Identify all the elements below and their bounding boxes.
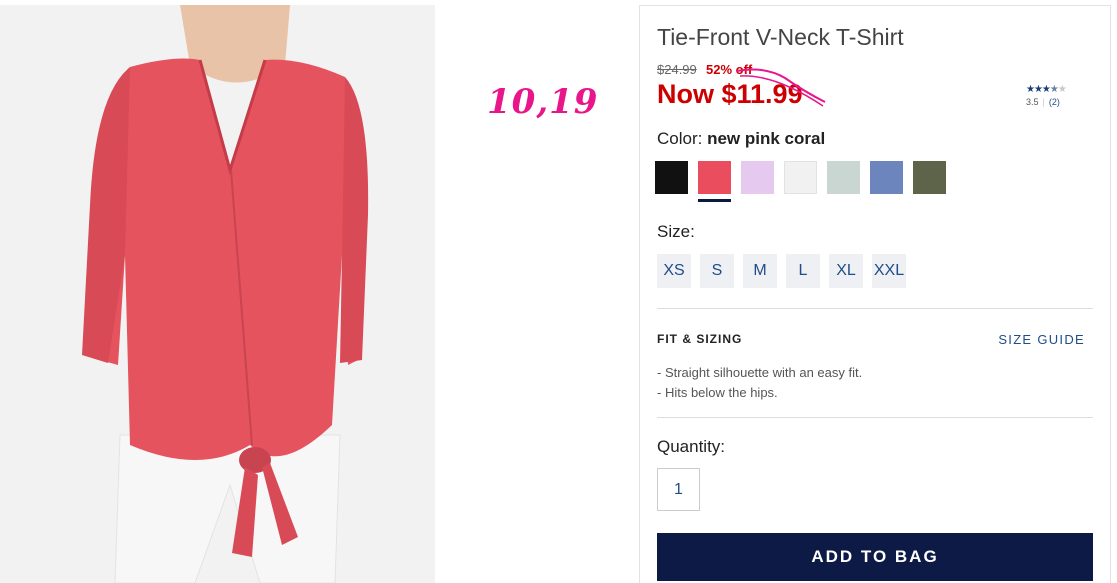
size-options: XS S M L XL XXL <box>657 254 906 288</box>
color-label: Color: new pink coral <box>657 129 826 148</box>
handwritten-price-note: 10,19 <box>487 82 599 122</box>
divider <box>657 308 1093 309</box>
size-guide-link[interactable]: SIZE GUIDE <box>998 332 1085 347</box>
size-option-l[interactable]: L <box>786 254 820 288</box>
size-option-xl[interactable]: XL <box>829 254 863 288</box>
filled-stars: ★★★ <box>1026 84 1051 95</box>
color-swatch-lavender[interactable] <box>741 161 774 194</box>
fit-bullet: - Straight silhouette with an easy fit. <box>657 365 863 380</box>
color-swatch-white[interactable] <box>784 161 817 194</box>
fit-sizing-title: FIT & SIZING <box>657 332 743 346</box>
selected-color-name: new pink coral <box>707 129 826 148</box>
size-label: Size: <box>657 222 695 241</box>
original-price: $24.99 <box>657 62 697 77</box>
color-swatch-olive[interactable] <box>913 161 946 194</box>
rating-meta: 3.5 | (2) <box>1026 97 1060 107</box>
empty-star-icon: ★ <box>1057 84 1067 95</box>
size-option-xs[interactable]: XS <box>657 254 691 288</box>
review-count[interactable]: (2) <box>1049 97 1060 107</box>
size-option-s[interactable]: S <box>700 254 734 288</box>
half-star-icon: ★ <box>1049 84 1059 95</box>
fit-bullet: - Hits below the hips. <box>657 385 778 400</box>
color-swatches <box>655 161 946 202</box>
color-swatch-new-pink-coral[interactable] <box>698 161 731 202</box>
size-option-m[interactable]: M <box>743 254 777 288</box>
color-swatch-black[interactable] <box>655 161 688 194</box>
rating-widget[interactable]: ★★★★★ 3.5 | (2) <box>1026 84 1086 107</box>
quantity-label: Quantity: <box>657 437 726 456</box>
strike-scribble-mark <box>736 68 826 107</box>
quantity-input[interactable]: 1 <box>657 468 700 511</box>
product-details-panel: Tie-Front V-Neck T-Shirt $24.99 52% off … <box>639 5 1111 583</box>
color-swatch-blue[interactable] <box>870 161 903 194</box>
divider <box>657 417 1093 418</box>
color-swatch-sage[interactable] <box>827 161 860 194</box>
product-image[interactable] <box>0 5 435 583</box>
size-option-xxl[interactable]: XXL <box>872 254 906 288</box>
rating-score: 3.5 <box>1026 97 1039 107</box>
product-title: Tie-Front V-Neck T-Shirt <box>657 24 904 50</box>
add-to-bag-button[interactable]: ADD TO BAG <box>657 533 1093 581</box>
rating-stars: ★★★★★ <box>1026 84 1086 95</box>
fit-details-list: - Straight silhouette with an easy fit. … <box>657 363 862 403</box>
